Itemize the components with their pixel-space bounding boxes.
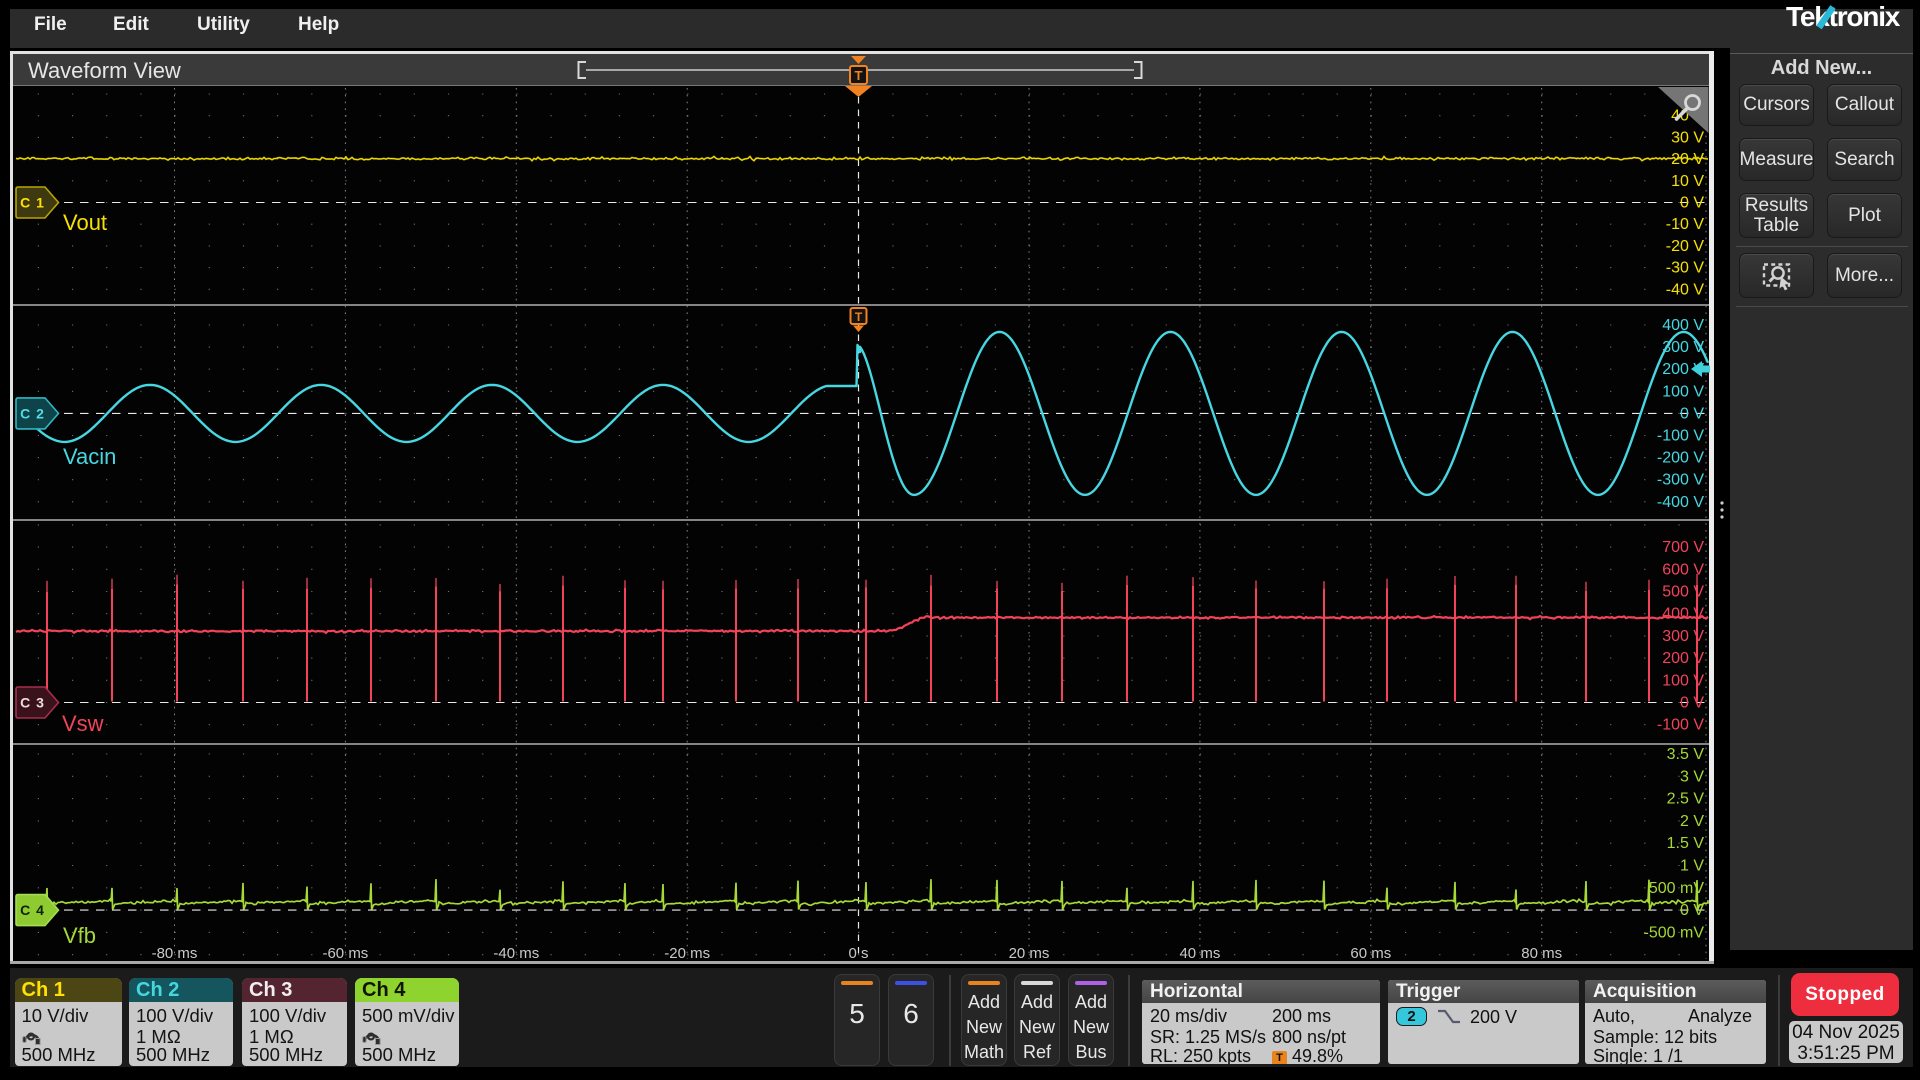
- svg-text:-400 V: -400 V: [1657, 494, 1704, 511]
- svg-text:2.5 V: 2.5 V: [1667, 791, 1705, 808]
- svg-text:400 V: 400 V: [1662, 606, 1704, 623]
- svg-text:3 V: 3 V: [1680, 768, 1704, 785]
- svg-text:-80 ms: -80 ms: [152, 945, 198, 962]
- svg-text:600 V: 600 V: [1662, 561, 1704, 578]
- svg-text:3.5 V: 3.5 V: [1667, 746, 1705, 763]
- svg-text:-20 ms: -20 ms: [664, 945, 710, 962]
- svg-text:1 V: 1 V: [1680, 858, 1704, 875]
- svg-text:500 mV: 500 mV: [1649, 880, 1704, 897]
- svg-text:-100 V: -100 V: [1657, 428, 1704, 445]
- svg-text:-30 V: -30 V: [1666, 260, 1705, 277]
- svg-text:0 V: 0 V: [1680, 695, 1704, 712]
- svg-text:Vout: Vout: [63, 210, 107, 235]
- svg-text:1.5 V: 1.5 V: [1667, 835, 1705, 852]
- svg-text:C 4: C 4: [20, 902, 45, 918]
- svg-text:Vsw: Vsw: [62, 711, 104, 736]
- svg-text:C 3: C 3: [20, 695, 45, 711]
- svg-text:80 ms: 80 ms: [1521, 945, 1562, 962]
- svg-text:0 s: 0 s: [848, 945, 868, 962]
- svg-text:C 1: C 1: [20, 195, 45, 211]
- svg-text:20 V: 20 V: [1671, 151, 1704, 168]
- svg-text:T: T: [855, 68, 863, 83]
- svg-text:-100 V: -100 V: [1657, 717, 1704, 734]
- svg-text:30 V: 30 V: [1671, 129, 1704, 146]
- svg-text:-300 V: -300 V: [1657, 472, 1704, 489]
- svg-text:-20 V: -20 V: [1666, 238, 1705, 255]
- svg-text:500 V: 500 V: [1662, 584, 1704, 601]
- svg-text:Vacin: Vacin: [63, 444, 116, 469]
- svg-text:0 V: 0 V: [1680, 405, 1704, 422]
- svg-text:-60 ms: -60 ms: [322, 945, 368, 962]
- svg-text:60 ms: 60 ms: [1350, 945, 1391, 962]
- svg-text:-10 V: -10 V: [1666, 216, 1705, 233]
- svg-text:100 V: 100 V: [1662, 672, 1704, 689]
- svg-text:-40 ms: -40 ms: [493, 945, 539, 962]
- svg-text:0 V: 0 V: [1680, 195, 1704, 212]
- svg-text:200 V: 200 V: [1662, 650, 1704, 667]
- svg-text:0 V: 0 V: [1680, 902, 1704, 919]
- svg-text:Vfb: Vfb: [63, 923, 96, 948]
- svg-text:300 V: 300 V: [1662, 339, 1704, 356]
- svg-text:T: T: [855, 310, 863, 324]
- svg-text:10 V: 10 V: [1671, 173, 1704, 190]
- svg-text:-500 mV: -500 mV: [1644, 924, 1705, 941]
- svg-text:700 V: 700 V: [1662, 539, 1704, 556]
- svg-text:C 2: C 2: [20, 405, 45, 421]
- svg-text:300 V: 300 V: [1662, 628, 1704, 645]
- svg-text:100 V: 100 V: [1662, 383, 1704, 400]
- svg-text:-200 V: -200 V: [1657, 450, 1704, 467]
- svg-text:400 V: 400 V: [1662, 317, 1704, 334]
- svg-text:20 ms: 20 ms: [1009, 945, 1050, 962]
- svg-text:40 ms: 40 ms: [1179, 945, 1220, 962]
- svg-text:-40 V: -40 V: [1666, 281, 1705, 298]
- svg-text:2 V: 2 V: [1680, 813, 1704, 830]
